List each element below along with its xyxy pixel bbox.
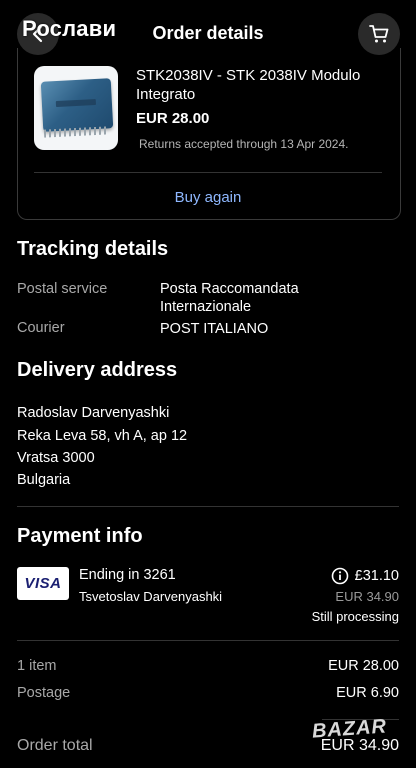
section-divider [17,506,399,507]
order-total-label: Order total [17,737,93,754]
address-line: Radoslav Darvenyashki [17,405,170,421]
address-line: Vratsa 3000 [17,450,95,466]
info-icon[interactable] [331,567,349,585]
card-brand: VISA [24,575,62,592]
product-title[interactable]: STK2038IV - STK 2038IV Modulo Integrato [136,66,386,104]
postage-value: EUR 6.90 [336,685,399,701]
card-ending: Ending in 3261 [79,567,176,583]
postal-service-value: Posta Raccomandata Internazionale [160,281,299,315]
product-image[interactable] [34,66,118,150]
payment-status: Still processing [311,609,399,624]
delivery-heading: Delivery address [17,359,178,381]
postage-label: Postage [17,685,71,701]
tracking-heading: Tracking details [17,238,169,260]
amount-eur: EUR 34.90 [335,589,399,604]
product-chip-graphic [40,78,114,132]
address-line: Reka Leva 58, vh A, ap 12 [17,428,188,444]
postal-service-label: Postal service [17,281,108,297]
page-title: Order details [152,23,264,43]
section-divider [17,640,399,641]
buy-again-button[interactable]: Buy again [17,189,399,206]
payment-amount: £31.10 [331,567,399,585]
card-divider [34,172,382,173]
cart-icon [369,25,389,43]
courier-value: POST ITALIANO [160,321,269,337]
address-line: Bulgaria [17,472,71,488]
visa-card-icon: VISA [17,567,69,600]
returns-notice: Returns accepted through 13 Apr 2024. [139,137,349,151]
items-subtotal: EUR 28.00 [328,658,399,674]
amount-gbp: £31.10 [354,568,399,584]
payment-heading: Payment info [17,525,143,547]
product-price: EUR 28.00 [136,110,210,127]
card-holder: Tsvetoslav Darvenyashki [79,589,223,604]
items-count-label: 1 item [17,658,57,674]
courier-label: Courier [17,320,65,336]
